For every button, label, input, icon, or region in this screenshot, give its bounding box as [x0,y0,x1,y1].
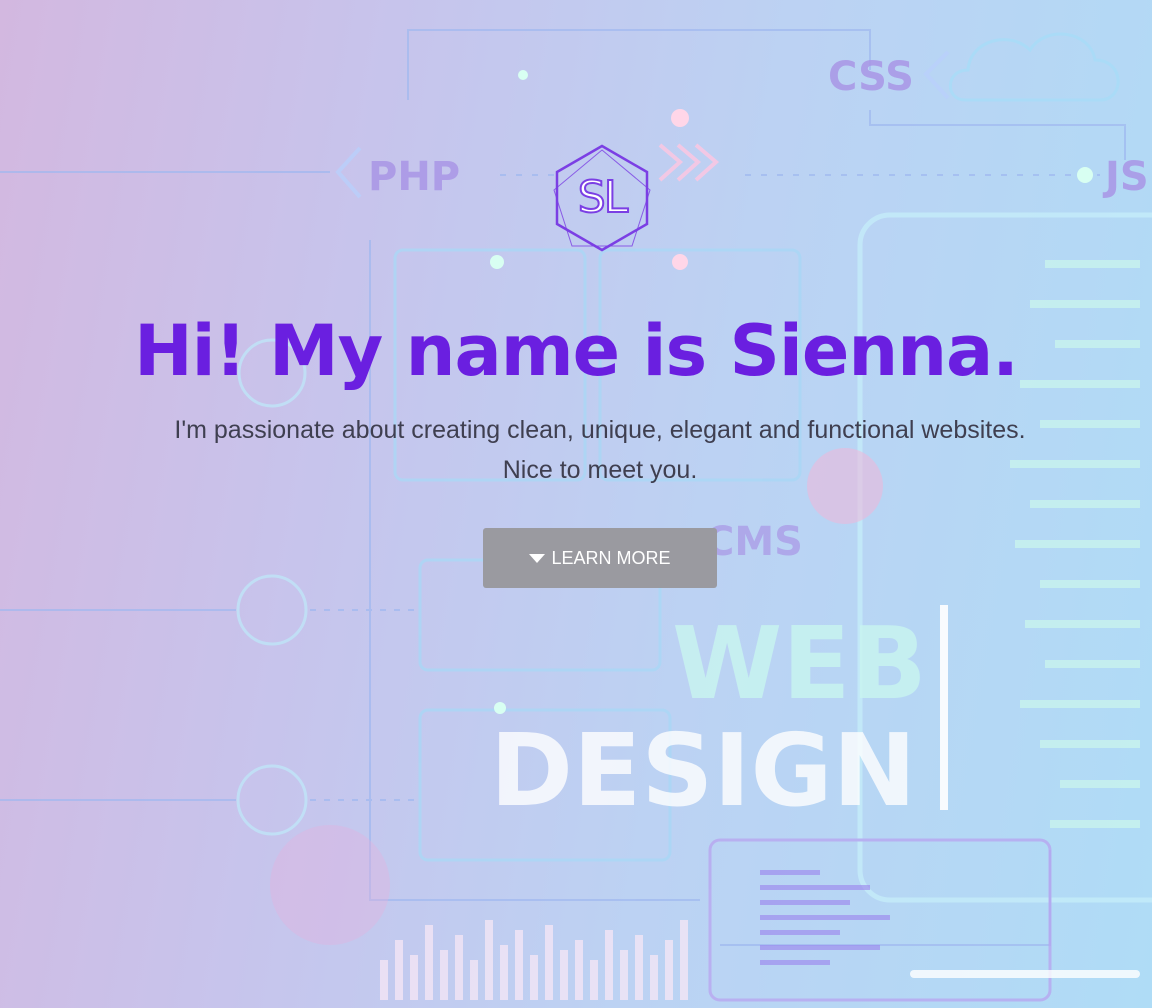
learn-more-label: LEARN MORE [551,548,671,568]
hero-subtitle-line-2: Nice to meet you. [502,456,698,484]
page-title: Hi! My name is Sienna. [134,310,1019,392]
hero-subtitle: I'm passionate about creating clean, uni… [130,410,1070,490]
logo[interactable]: SL [546,142,658,254]
caret-down-icon [529,553,546,563]
learn-more-button[interactable]: LEARN MORE [483,528,717,588]
hero-section: SL Hi! My name is Sienna. I'm passionate… [0,0,1152,1008]
hero-subtitle-line-1: I'm passionate about creating clean, uni… [174,416,1026,444]
logo-text: SL [577,171,629,224]
